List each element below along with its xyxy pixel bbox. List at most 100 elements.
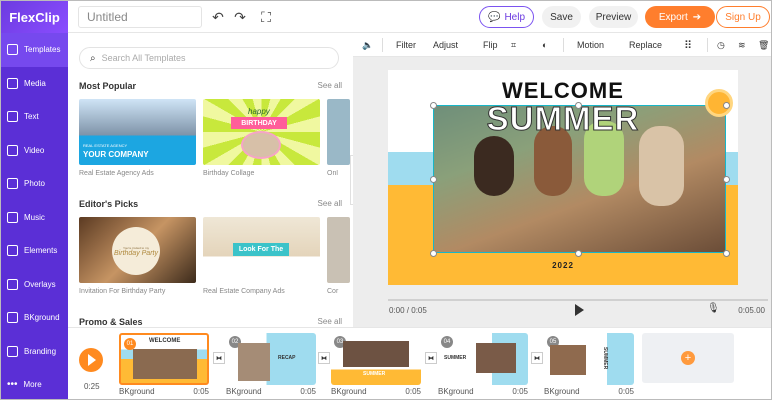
scene-photo [133, 349, 197, 379]
canvas-year[interactable]: 2022 [388, 261, 738, 270]
resize-handle[interactable] [430, 176, 437, 183]
scene-thumbnail[interactable]: 04 SUMMER [438, 333, 528, 385]
nav-item-overlays[interactable]: Overlays [1, 268, 68, 302]
add-scene-button[interactable]: + [642, 333, 734, 383]
template-birthday-collage[interactable]: happy BIRTHDAY [203, 99, 320, 165]
transition-icon[interactable]: ⧓ [318, 352, 330, 364]
nav-item-elements[interactable]: Elements [1, 234, 68, 268]
nav-item-branding[interactable]: Branding [1, 335, 68, 369]
project-title-input[interactable]: Untitled [78, 6, 202, 28]
divider [707, 38, 708, 52]
transition-icon[interactable]: ⧓ [213, 352, 225, 364]
resize-handle[interactable] [575, 250, 582, 257]
nav-item-more[interactable]: ••• More [1, 368, 68, 399]
scene-photo [343, 341, 409, 367]
sign-up-button[interactable]: Sign Up [716, 6, 770, 28]
trash-icon[interactable]: 🗑 [758, 33, 769, 57]
nav-item-photo[interactable]: Photo [1, 167, 68, 201]
search-icon: ⌕ [90, 52, 96, 64]
progress-track[interactable] [388, 299, 768, 301]
adjust-button[interactable]: Adjust [433, 33, 458, 57]
timeline-total-time: 0:25 [84, 382, 100, 391]
current-time: 0:00 / 0:05 [389, 306, 427, 315]
template-partial[interactable] [327, 217, 350, 283]
section-title-editors-picks: Editor's Picks [79, 199, 139, 209]
template-real-estate-company[interactable]: Look For The [203, 217, 320, 283]
template-search-input[interactable]: ⌕ Search All Templates [79, 47, 339, 69]
scene-caption: BKground 0:05 [119, 387, 209, 396]
rotate-handle[interactable] [575, 102, 582, 109]
transition-icon[interactable]: ⧓ [531, 352, 543, 364]
see-all-editors-picks[interactable]: See all [318, 199, 342, 208]
resize-handle[interactable] [430, 102, 437, 109]
nav-item-bkground[interactable]: BKground [1, 301, 68, 335]
plus-icon: + [681, 351, 695, 365]
preview-button[interactable]: Preview [589, 6, 638, 28]
see-all-promo-sales[interactable]: See all [318, 317, 342, 326]
template-birthday-invitation[interactable]: You're invited to my Birthday Party [79, 217, 196, 283]
background-icon [7, 312, 18, 324]
video-canvas[interactable]: WELCOME SUMMER 2022 [388, 70, 738, 285]
nav-item-media[interactable]: Media [1, 67, 68, 101]
media-icon [7, 77, 18, 89]
volume-icon[interactable]: 🔈 [362, 33, 373, 57]
overlays-icon [7, 278, 18, 290]
replace-button[interactable]: Replace [629, 33, 662, 57]
clock-icon[interactable]: ◷ [717, 33, 725, 57]
nav-item-templates[interactable]: Templates [1, 33, 68, 67]
play-icon[interactable] [575, 304, 584, 316]
section-title-promo-sales: Promo & Sales [79, 317, 143, 327]
undo-icon[interactable]: ↶ [209, 8, 227, 26]
scene-thumbnail[interactable]: 02 RECAP [226, 333, 316, 385]
invitation-badge: You're invited to my Birthday Party [112, 227, 160, 275]
scene-caption: BKground 0:05 [438, 387, 528, 396]
person-shape [474, 136, 514, 196]
scene-thumbnail[interactable]: 01 WELCOME [119, 333, 209, 385]
filter-button[interactable]: Filter [396, 33, 416, 57]
resize-handle[interactable] [430, 250, 437, 257]
template-real-estate-agency[interactable]: REAL ESTATE AGENCY YOUR COMPANY [79, 99, 196, 165]
grid-icon[interactable]: ⠿ [684, 33, 692, 57]
scene-photo [550, 345, 586, 375]
flip-button[interactable]: Flip [483, 33, 498, 57]
flexclip-logo[interactable]: FlexClip [1, 1, 68, 33]
divider [563, 38, 564, 52]
canvas-title-summer[interactable]: SUMMER [388, 100, 738, 138]
crop-icon[interactable]: ⌗ [511, 33, 516, 57]
elements-icon [7, 245, 18, 257]
flexclip-editor: FlexClip Untitled ↶ ↷ ⛶ 💬 Help Save Previ… [0, 0, 772, 400]
resize-handle[interactable] [723, 176, 730, 183]
resize-handle[interactable] [723, 250, 730, 257]
layers-icon[interactable]: ≋ [738, 33, 746, 57]
scene-thumbnail[interactable]: 05 SUMMER [544, 333, 634, 385]
help-button[interactable]: 💬 Help [479, 6, 534, 28]
fullscreen-icon[interactable]: ⛶ [257, 8, 275, 26]
template-caption: Invitation For Birthday Party [79, 288, 166, 295]
scene-thumbnail[interactable]: 03 SUMMER [331, 333, 421, 385]
template-caption: Onl [327, 170, 338, 177]
play-all-button[interactable] [79, 348, 103, 372]
nav-item-text[interactable]: Text [1, 100, 68, 134]
nav-item-video[interactable]: Video [1, 134, 68, 168]
resize-handle[interactable] [723, 102, 730, 109]
scene-timeline: 0:25 01 WELCOME BKground 0:05 ⧓ 02 RECAP … [68, 327, 771, 399]
redo-icon[interactable]: ↷ [231, 8, 249, 26]
template-partial[interactable] [327, 99, 350, 165]
transition-icon[interactable]: ⧓ [425, 352, 437, 364]
nav-item-music[interactable]: Music [1, 201, 68, 235]
photo-placeholder [241, 131, 281, 159]
save-button[interactable]: Save [542, 6, 581, 28]
see-all-most-popular[interactable]: See all [318, 81, 342, 90]
divider [382, 38, 383, 52]
template-caption: Birthday Collage [203, 170, 255, 177]
export-button[interactable]: Export ➔ [645, 6, 715, 28]
motion-button[interactable]: Motion [577, 33, 604, 57]
template-caption: Real Estate Company Ads [203, 288, 285, 295]
music-icon [7, 211, 18, 223]
branding-icon [7, 345, 18, 357]
color-icon[interactable]: ◐ [542, 33, 547, 57]
microphone-icon[interactable]: 🎙 [707, 303, 720, 314]
canvas-area: WELCOME SUMMER 2022 [353, 57, 771, 327]
template-caption: Cor [327, 288, 339, 295]
top-bar: FlexClip Untitled ↶ ↷ ⛶ 💬 Help Save Previ… [1, 1, 771, 33]
